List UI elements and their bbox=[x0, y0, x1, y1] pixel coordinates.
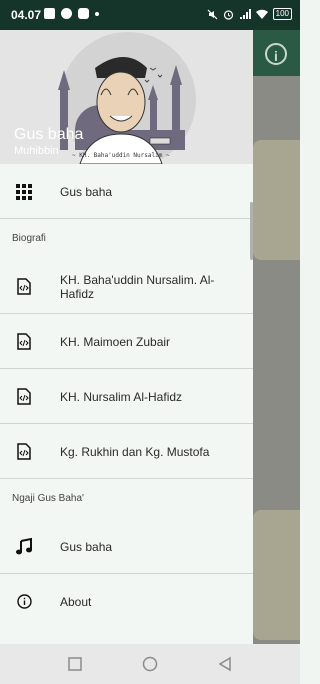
status-bar: 04.07 100 bbox=[0, 0, 300, 30]
menu-item-label: Kg. Rukhin dan Kg. Mustofa bbox=[60, 444, 210, 459]
alarm-icon bbox=[223, 9, 233, 20]
drawer-menu: Gus baha Biografi KH. Baha'uddin Nursali… bbox=[0, 164, 253, 629]
menu-item-about[interactable]: About bbox=[0, 574, 253, 629]
menu-item-baha-uddin[interactable]: KH. Baha'uddin Nursalim. Al-Hafidz bbox=[0, 259, 253, 314]
menu-item-label: KH. Baha'uddin Nursalim. Al-Hafidz bbox=[60, 272, 215, 301]
mute-icon bbox=[207, 9, 218, 19]
background-card bbox=[253, 140, 300, 260]
drawer-title: Gus baha bbox=[14, 126, 84, 143]
navigation-drawer: Gus baha Muhibbin ~ KH. Baha'uddin Nursa… bbox=[0, 30, 253, 644]
signal-icon bbox=[239, 8, 251, 19]
menu-item-label: KH. Nursalim Al-Hafidz bbox=[60, 389, 183, 404]
menu-item-label: Gus baha bbox=[60, 184, 113, 199]
drawer-header: Gus baha Muhibbin ~ KH. Baha'uddin Nursa… bbox=[0, 30, 253, 164]
wifi-icon bbox=[255, 9, 268, 19]
whatsapp-icon bbox=[61, 8, 72, 19]
drawer-subtitle: Muhibbin bbox=[14, 145, 59, 157]
status-time: 04.07 bbox=[11, 8, 42, 22]
section-header-ngaji: Ngaji Gus Baha' bbox=[12, 493, 84, 504]
header-caption: ~ KH. Baha'uddin Nursalim ~ bbox=[72, 152, 170, 159]
info-icon[interactable]: i bbox=[265, 43, 287, 65]
drawer-scrollbar[interactable] bbox=[250, 202, 253, 260]
menu-item-label: About bbox=[60, 594, 92, 609]
mail-icon bbox=[44, 8, 55, 19]
youtube-icon bbox=[78, 8, 89, 19]
info-icon bbox=[15, 593, 33, 611]
section-header-biografi: Biografi bbox=[12, 233, 46, 244]
code-file-icon bbox=[15, 443, 33, 461]
code-file-icon bbox=[15, 333, 33, 351]
recents-button[interactable] bbox=[67, 656, 83, 672]
system-nav-bar bbox=[0, 644, 300, 684]
menu-item-label: KH. Maimoen Zubair bbox=[60, 334, 171, 349]
home-button[interactable] bbox=[142, 656, 158, 672]
menu-item-nursalim[interactable]: KH. Nursalim Al-Hafidz bbox=[0, 369, 253, 424]
battery-icon: 100 bbox=[272, 8, 292, 20]
code-file-icon bbox=[15, 388, 33, 406]
menu-item-rukhin-mustofa[interactable]: Kg. Rukhin dan Kg. Mustofa bbox=[0, 424, 253, 479]
grid-icon bbox=[15, 183, 33, 201]
back-button[interactable] bbox=[217, 656, 233, 672]
menu-item-label: Gus baha bbox=[60, 539, 113, 554]
code-file-icon bbox=[15, 278, 33, 296]
menu-item-maimoen-zubair[interactable]: KH. Maimoen Zubair bbox=[0, 314, 253, 369]
menu-item-ngaji-gus-baha[interactable]: Gus baha bbox=[0, 519, 253, 574]
music-note-icon bbox=[15, 537, 33, 556]
background-card bbox=[253, 510, 300, 640]
menu-item-gus-baha[interactable]: Gus baha bbox=[0, 164, 253, 219]
dot-icon bbox=[95, 11, 99, 16]
